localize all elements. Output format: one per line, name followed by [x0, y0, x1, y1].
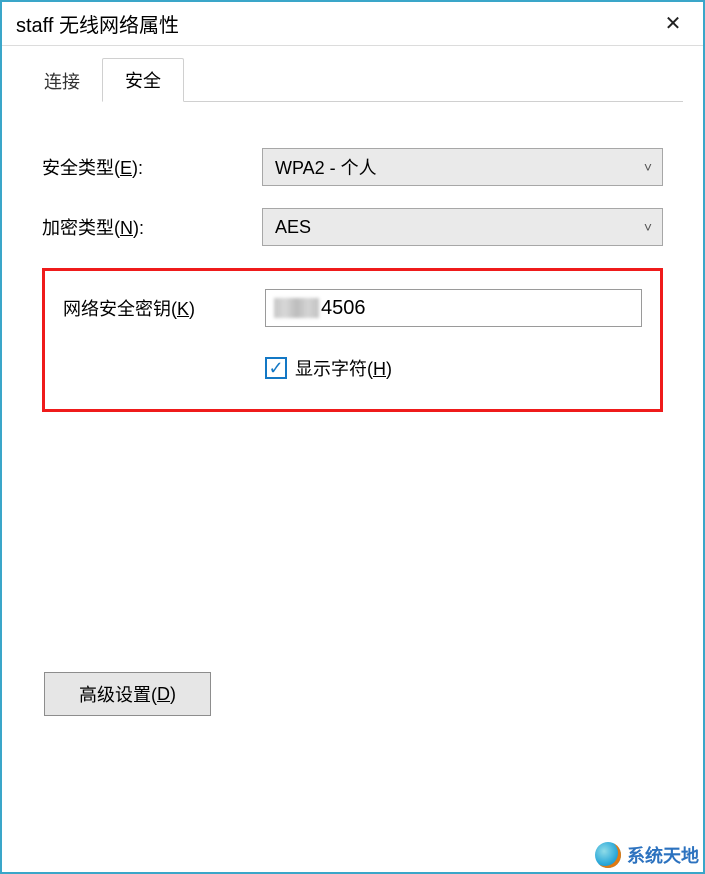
- watermark: 系统天地: [595, 842, 699, 868]
- close-button[interactable]: ✕: [653, 9, 693, 39]
- tab-connection-label: 连接: [44, 72, 80, 92]
- network-key-row: 网络安全密钥(K) 4506: [63, 289, 642, 327]
- globe-icon: [595, 842, 621, 868]
- show-characters-label: 显示字符(H): [295, 355, 392, 381]
- tab-security[interactable]: 安全: [102, 58, 184, 102]
- tab-connection[interactable]: 连接: [22, 60, 102, 102]
- encryption-type-label: 加密类型(N):: [42, 214, 252, 240]
- close-icon: ✕: [665, 14, 682, 34]
- show-characters-row: ✓ 显示字符(H): [63, 355, 642, 381]
- network-key-label: 网络安全密钥(K): [63, 295, 255, 321]
- chevron-down-icon: ˅: [644, 159, 652, 175]
- security-type-row: 安全类型(E): WPA2 - 个人 ˅: [42, 148, 663, 186]
- security-type-label: 安全类型(E):: [42, 154, 252, 180]
- encryption-type-value: AES: [275, 217, 311, 238]
- network-key-highlight: 网络安全密钥(K) 4506 ✓ 显示字符(H): [42, 268, 663, 412]
- network-key-input[interactable]: 4506: [265, 289, 642, 327]
- tab-security-label: 安全: [125, 71, 161, 91]
- dialog-content: 连接 安全 安全类型(E): WPA2 - 个人 ˅ 加密类型(N):: [2, 46, 703, 716]
- tab-security-panel: 安全类型(E): WPA2 - 个人 ˅ 加密类型(N): AES ˅: [22, 102, 683, 716]
- advanced-settings-button[interactable]: 高级设置(D): [44, 672, 211, 716]
- network-key-value: 4506: [321, 297, 366, 320]
- tab-bar: 连接 安全: [22, 62, 683, 102]
- chevron-down-icon: ˅: [644, 219, 652, 235]
- window-title: staff 无线网络属性: [16, 9, 179, 38]
- wifi-properties-dialog: staff 无线网络属性 ✕ 连接 安全 安全类型(E): WPA2 - 个人 …: [0, 0, 705, 874]
- security-type-value: WPA2 - 个人: [275, 154, 377, 180]
- encryption-type-select[interactable]: AES ˅: [262, 208, 663, 246]
- show-characters-checkbox[interactable]: ✓ 显示字符(H): [265, 355, 642, 381]
- titlebar: staff 无线网络属性 ✕: [2, 2, 703, 46]
- checkbox-icon: ✓: [265, 357, 287, 379]
- watermark-text: 系统天地: [627, 842, 699, 868]
- obscured-prefix: [274, 298, 319, 318]
- encryption-type-row: 加密类型(N): AES ˅: [42, 208, 663, 246]
- security-type-select[interactable]: WPA2 - 个人 ˅: [262, 148, 663, 186]
